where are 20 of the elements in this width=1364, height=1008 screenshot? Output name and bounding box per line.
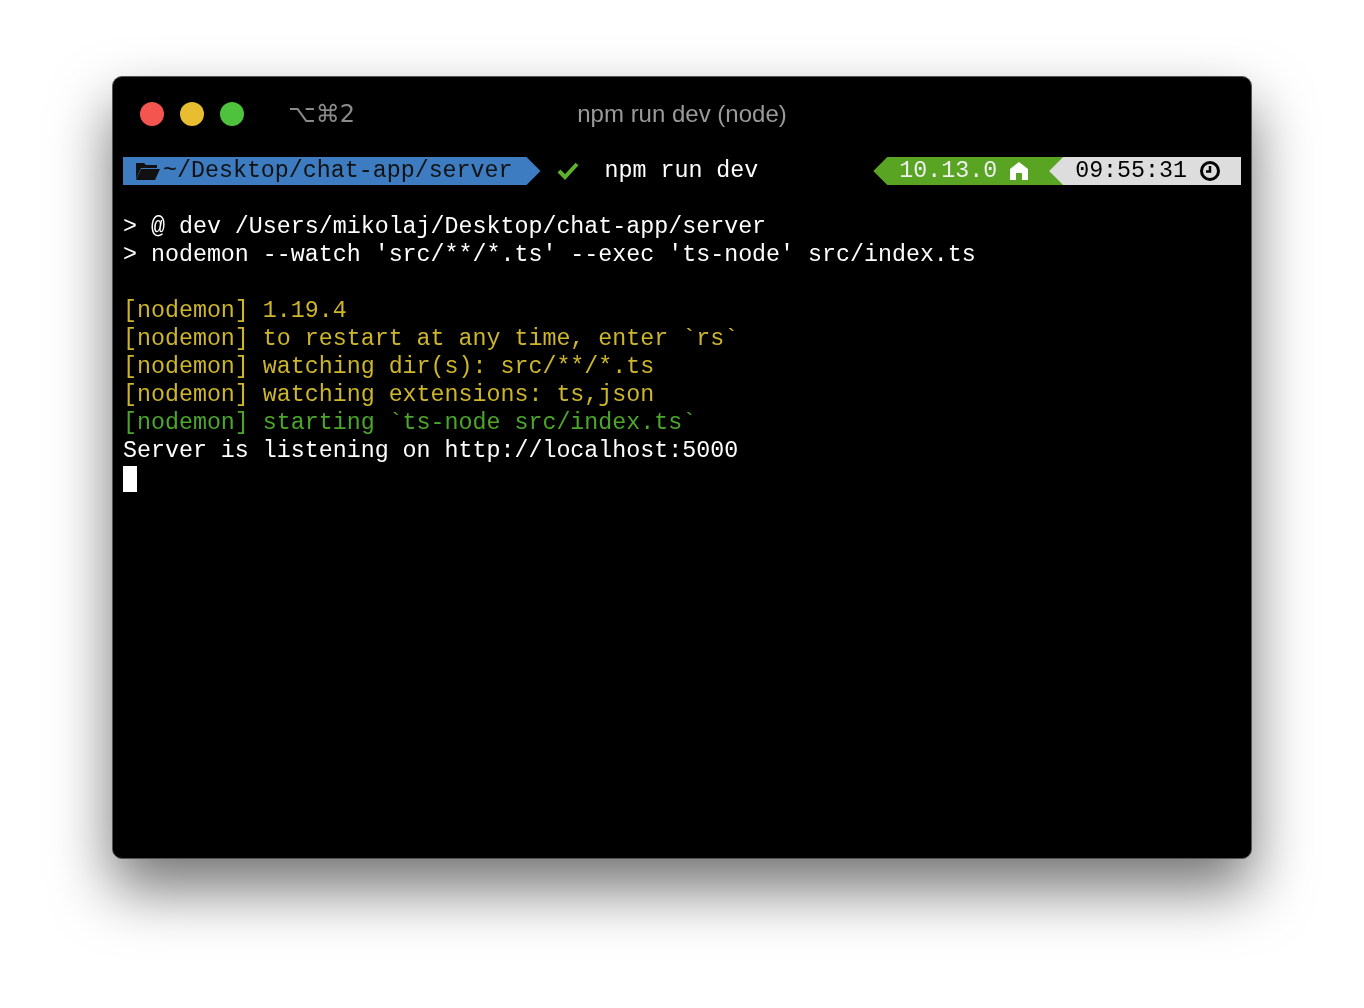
tab-shortcut: ⌥⌘2: [288, 100, 355, 128]
clock-icon: [1199, 160, 1221, 182]
output-line: [nodemon] watching extensions: ts,json: [123, 381, 656, 409]
house-icon: [1009, 161, 1030, 181]
folder-icon: [135, 161, 161, 181]
close-button[interactable]: [140, 102, 164, 126]
output-line: [nodemon] to restart at any time, enter `rs`: [123, 325, 740, 353]
window-title: npm run dev (node): [577, 100, 787, 128]
output-line: [nodemon] watching dir(s): src/**/*.ts: [123, 353, 656, 381]
time-segment: 09:55:31: [1049, 157, 1241, 185]
output-line: [nodemon] starting `ts-node src/index.ts`: [123, 409, 698, 437]
node-version-segment: 10.13.0: [873, 157, 1064, 185]
output-line: [nodemon] 1.19.4: [123, 297, 348, 325]
command-text: npm run dev: [604, 157, 759, 185]
zoom-button[interactable]: [220, 102, 244, 126]
minimize-button[interactable]: [180, 102, 204, 126]
output-line: > @ dev /Users/mikolaj/Desktop/chat-app/server: [123, 213, 768, 241]
output-line: > nodemon --watch 'src/**/*.ts' --exec 'ts-node' src/index.ts: [123, 241, 977, 269]
output-line: Server is listening on http://localhost:5000: [123, 437, 740, 465]
path-segment: ~/Desktop/chat-app/server: [123, 157, 541, 185]
